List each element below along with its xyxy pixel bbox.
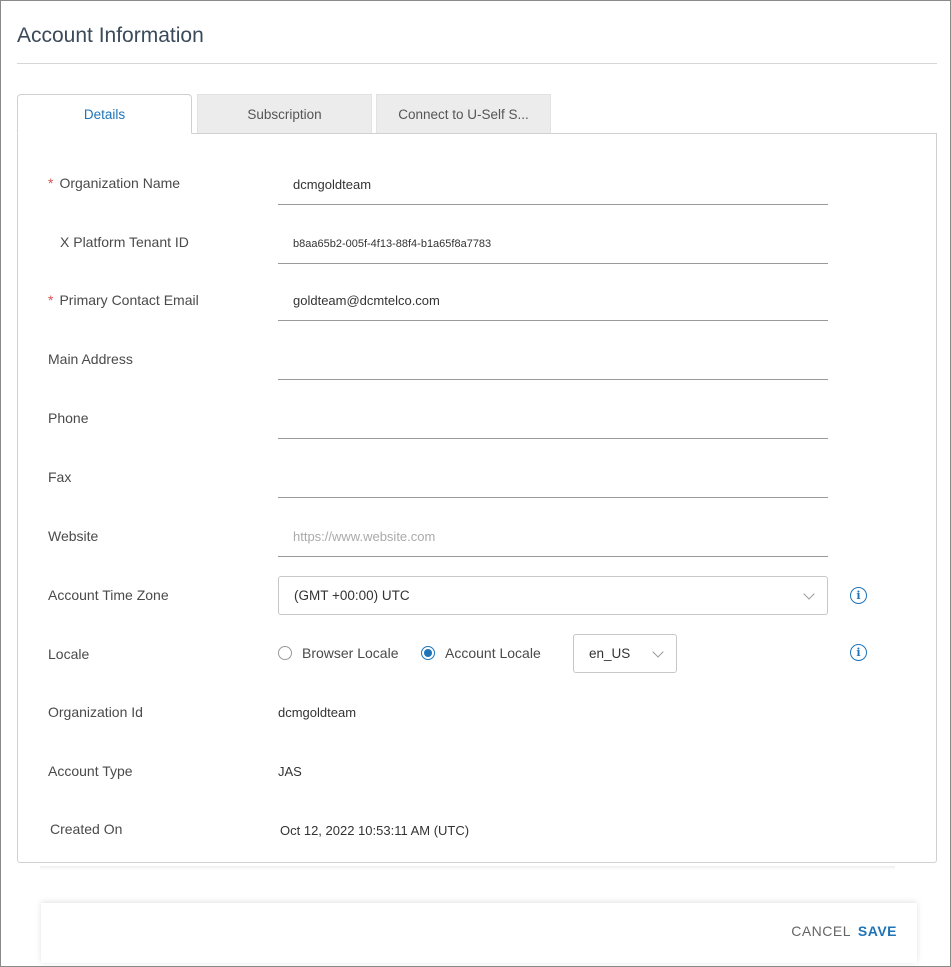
tab-connect-u-self[interactable]: Connect to U-Self S... — [376, 94, 551, 134]
phone-field[interactable] — [278, 399, 828, 439]
fax-label: Fax — [48, 469, 72, 485]
scroll-shadow — [40, 866, 895, 870]
locale-label: Locale — [48, 646, 90, 662]
account-locale-radio[interactable] — [421, 646, 435, 660]
page-title: Account Information — [17, 24, 204, 47]
tenant-id-label: X Platform Tenant ID — [60, 234, 189, 250]
required-marker: * — [48, 292, 54, 308]
tab-subscription[interactable]: Subscription — [197, 94, 372, 134]
info-icon[interactable]: i — [850, 644, 867, 661]
account-type-label: Account Type — [48, 763, 133, 779]
browser-locale-radio[interactable] — [278, 646, 292, 660]
save-button[interactable]: SAVE — [858, 923, 897, 939]
organization-id-value: dcmgoldteam — [278, 705, 357, 720]
time-zone-select[interactable]: (GMT +00:00) UTC — [278, 576, 828, 615]
cancel-button[interactable]: CANCEL — [791, 923, 851, 939]
browser-locale-label[interactable]: Browser Locale — [302, 645, 399, 661]
created-on-value: Oct 12, 2022 10:53:11 AM (UTC) — [280, 823, 470, 838]
website-label: Website — [48, 528, 99, 544]
primary-email-label: * Primary Contact Email — [48, 292, 199, 308]
chevron-down-icon — [803, 588, 815, 600]
title-divider — [17, 63, 937, 64]
tenant-id-field[interactable]: b8aa65b2-005f-4f13-88f4-b1a65f8a7783 — [278, 224, 828, 264]
required-marker: * — [48, 175, 54, 191]
main-address-field[interactable] — [278, 340, 828, 380]
locale-select[interactable]: en_US — [573, 634, 677, 673]
action-footer: CANCEL SAVE — [41, 903, 917, 963]
organization-id-label: Organization Id — [48, 704, 143, 720]
fax-field[interactable] — [278, 458, 828, 498]
phone-label: Phone — [48, 410, 89, 426]
website-placeholder: https://www.website.com — [293, 529, 436, 544]
time-zone-label: Account Time Zone — [48, 587, 169, 603]
info-icon[interactable]: i — [850, 587, 867, 604]
account-locale-label[interactable]: Account Locale — [445, 645, 541, 661]
organization-name-label: * Organization Name — [48, 175, 181, 191]
chevron-down-icon — [652, 646, 664, 658]
tab-details[interactable]: Details — [17, 94, 192, 134]
primary-email-field[interactable]: goldteam@dcmtelco.com — [278, 281, 828, 321]
organization-name-field[interactable]: dcmgoldteam — [278, 165, 828, 205]
created-on-label: Created On — [50, 821, 123, 837]
account-type-value: JAS — [278, 764, 302, 779]
website-field[interactable]: https://www.website.com — [278, 517, 828, 557]
main-address-label: Main Address — [48, 351, 133, 367]
